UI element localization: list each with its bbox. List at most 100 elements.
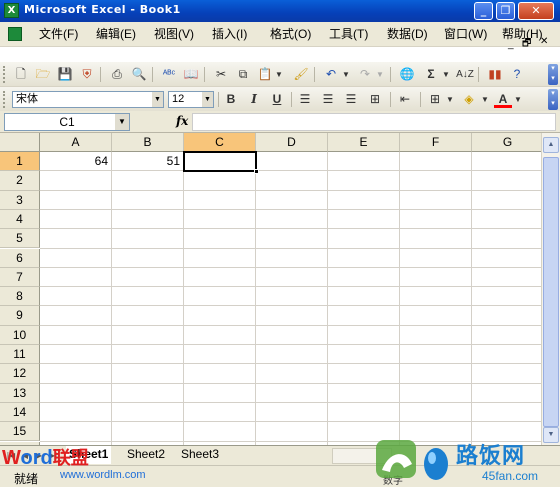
redo-dropdown-icon[interactable]: ▼ xyxy=(376,66,384,83)
fill-handle[interactable] xyxy=(254,169,259,174)
spelling-icon[interactable]: ᴬᴮᶜ xyxy=(160,66,178,83)
scroll-up-button[interactable]: ▲ xyxy=(543,137,559,153)
autosum-icon[interactable]: Σ xyxy=(422,66,440,83)
column-header-g[interactable]: G xyxy=(472,133,541,152)
menu-file[interactable]: 文件(F) xyxy=(36,26,81,42)
row-header-9[interactable]: 9 xyxy=(0,306,40,326)
menu-data[interactable]: 数据(D) xyxy=(384,26,431,42)
help-icon[interactable]: ? xyxy=(508,66,526,83)
borders-icon[interactable]: ⊞ xyxy=(426,91,444,108)
mdi-minimize-icon[interactable]: _ xyxy=(508,39,514,50)
decrease-indent-icon[interactable]: ⇤ xyxy=(396,91,414,108)
toolbar-options-icon[interactable]: ▾ ▾ xyxy=(548,64,558,85)
toolbar-grip[interactable] xyxy=(3,91,6,108)
print-preview-icon[interactable]: 🔍 xyxy=(130,66,148,83)
row-header-3[interactable]: 3 xyxy=(0,190,40,210)
row-header-10[interactable]: 10 xyxy=(0,325,40,345)
row-header-14[interactable]: 14 xyxy=(0,402,40,423)
hyperlink-icon[interactable]: 🌐 xyxy=(398,66,416,83)
row-gridline xyxy=(40,401,541,403)
row-header-7[interactable]: 7 xyxy=(0,267,40,288)
font-color-icon[interactable]: A xyxy=(494,91,512,108)
cut-icon[interactable]: ✂ xyxy=(212,66,230,83)
cell-a1[interactable]: 64 xyxy=(40,152,111,171)
new-icon[interactable]: 🗋 xyxy=(12,66,30,83)
font-color-dropdown-icon[interactable]: ▼ xyxy=(514,91,522,108)
minimize-button[interactable]: _ xyxy=(474,2,493,20)
row-header-6[interactable]: 6 xyxy=(0,248,40,268)
borders-dropdown-icon[interactable]: ▼ xyxy=(446,91,454,108)
scroll-thumb[interactable] xyxy=(543,157,559,427)
chevron-down-icon[interactable]: ▼ xyxy=(202,92,213,107)
mdi-close-icon[interactable]: ✕ xyxy=(540,36,548,47)
format-painter-icon[interactable]: 🖌 xyxy=(292,66,310,83)
align-right-icon[interactable]: ☰ xyxy=(342,91,360,108)
row-header-15[interactable]: 15 xyxy=(0,422,40,442)
paste-icon[interactable]: 📋 xyxy=(256,66,274,83)
excel-icon[interactable]: X xyxy=(4,3,19,18)
row-header-4[interactable]: 4 xyxy=(0,209,40,230)
chevron-down-icon[interactable]: ▼ xyxy=(152,92,163,107)
menu-edit[interactable]: 编辑(E) xyxy=(93,26,139,42)
column-header-b[interactable]: B xyxy=(112,133,184,152)
column-header-e[interactable]: E xyxy=(328,133,400,152)
permission-icon[interactable]: ⛨ xyxy=(78,66,96,83)
menu-view[interactable]: 视图(V) xyxy=(151,26,197,42)
column-header-c[interactable]: C xyxy=(184,133,256,152)
save-icon[interactable]: 💾 xyxy=(56,66,74,83)
autosum-dropdown-icon[interactable]: ▼ xyxy=(442,66,450,83)
row-header-12[interactable]: 12 xyxy=(0,364,40,384)
toolbar-grip[interactable] xyxy=(3,66,6,83)
fill-color-dropdown-icon[interactable]: ▼ xyxy=(481,91,489,108)
workbook-icon[interactable] xyxy=(8,27,22,41)
worksheet-grid[interactable]: A B C D E F G 12345678910111213141516 64… xyxy=(0,133,541,445)
formula-bar: C1 ▼ fx xyxy=(0,111,560,133)
underline-button[interactable]: U xyxy=(268,91,286,108)
fill-color-icon[interactable]: ◈ xyxy=(460,91,478,108)
undo-icon[interactable]: ↶ xyxy=(322,66,340,83)
sheet-tab-2[interactable]: Sheet2 xyxy=(124,446,168,464)
cell-b1[interactable]: 51 xyxy=(112,152,183,171)
row-header-13[interactable]: 13 xyxy=(0,383,40,403)
row-header-2[interactable]: 2 xyxy=(0,171,40,191)
align-center-icon[interactable]: ☰ xyxy=(319,91,337,108)
menu-format[interactable]: 格式(O) xyxy=(267,26,314,42)
copy-icon[interactable]: ⧉ xyxy=(234,66,252,83)
menu-tools[interactable]: 工具(T) xyxy=(326,26,371,42)
row-header-8[interactable]: 8 xyxy=(0,287,40,307)
menu-insert[interactable]: 插入(I) xyxy=(209,26,250,42)
row-header-11[interactable]: 11 xyxy=(0,345,40,365)
chevron-down-icon[interactable]: ▼ xyxy=(115,114,129,130)
row-header-1[interactable]: 1 xyxy=(0,152,40,172)
column-header-d[interactable]: D xyxy=(256,133,328,152)
row-header-5[interactable]: 5 xyxy=(0,229,40,249)
select-all-corner[interactable] xyxy=(0,133,40,152)
undo-dropdown-icon[interactable]: ▼ xyxy=(342,66,350,83)
align-left-icon[interactable]: ☰ xyxy=(296,91,314,108)
print-icon[interactable]: ⎙ xyxy=(108,66,126,83)
toolbar-options-icon[interactable]: ▾ ▾ xyxy=(548,89,558,110)
restore-button[interactable]: ❐ xyxy=(496,2,515,20)
mdi-restore-icon[interactable]: 🗗 xyxy=(522,36,531,53)
merge-center-icon[interactable]: ⊞ xyxy=(366,91,384,108)
paste-dropdown-icon[interactable]: ▼ xyxy=(275,66,283,83)
insert-function-icon[interactable]: fx xyxy=(176,114,188,128)
active-cell-c1[interactable] xyxy=(183,151,259,174)
redo-icon[interactable]: ↷ xyxy=(356,66,374,83)
font-size-select[interactable]: 12 ▼ xyxy=(168,91,214,108)
italic-button[interactable]: I xyxy=(245,91,263,108)
font-name-select[interactable]: 宋体 ▼ xyxy=(12,91,164,108)
column-header-f[interactable]: F xyxy=(400,133,472,152)
open-icon[interactable]: 🗁 xyxy=(34,66,52,83)
chart-wizard-icon[interactable]: ▮▮ xyxy=(486,66,504,83)
formula-input[interactable] xyxy=(192,113,556,131)
menu-window[interactable]: 窗口(W) xyxy=(441,26,490,42)
vertical-scrollbar[interactable]: ▲ ▼ xyxy=(541,133,560,445)
close-button[interactable]: ✕ xyxy=(518,2,554,20)
name-box[interactable]: C1 ▼ xyxy=(4,113,130,131)
research-icon[interactable]: 📖 xyxy=(182,66,200,83)
bold-button[interactable]: B xyxy=(222,91,240,108)
sort-ascending-icon[interactable]: A↓Z xyxy=(456,66,474,83)
sheet-tab-3[interactable]: Sheet3 xyxy=(178,446,222,464)
column-header-a[interactable]: A xyxy=(40,133,112,152)
